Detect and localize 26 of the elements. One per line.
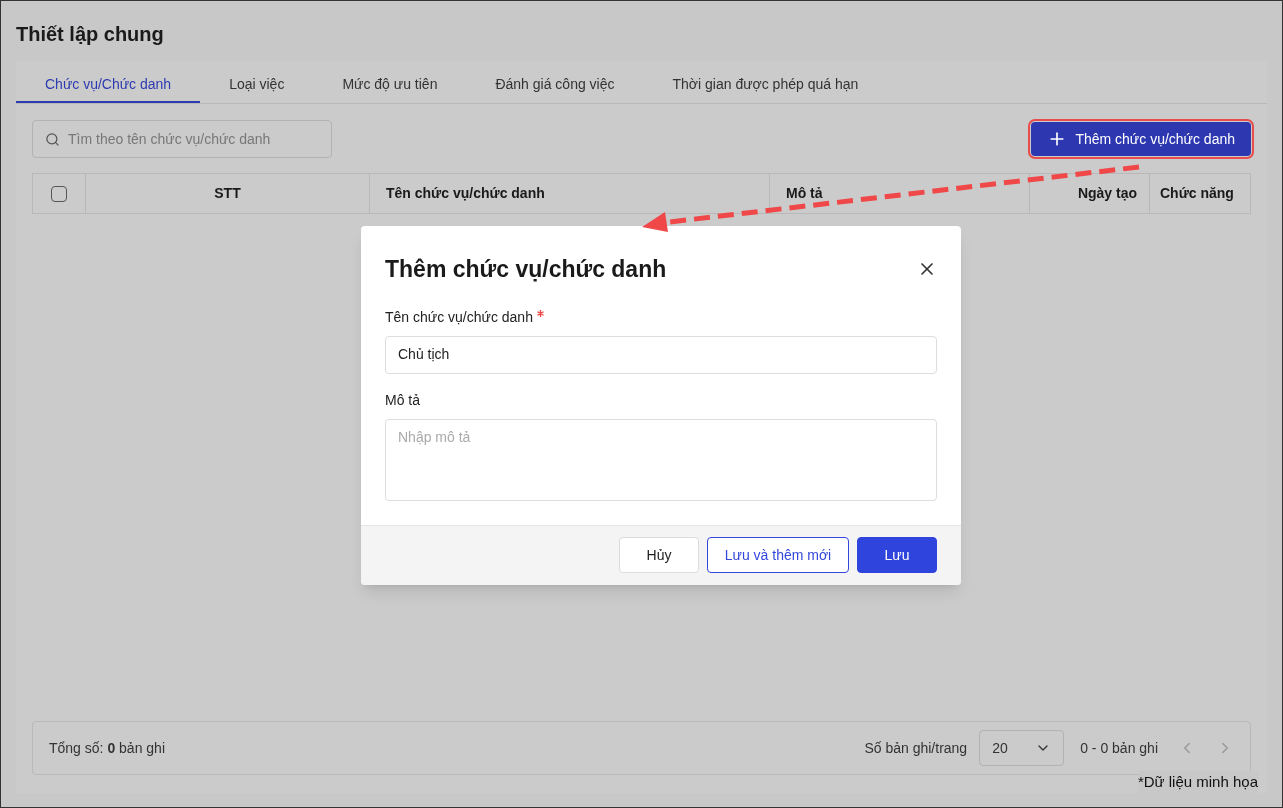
column-header: Chức năng bbox=[1160, 184, 1234, 203]
column-header: Tên chức vụ/chức danh bbox=[386, 184, 545, 203]
tab[interactable]: Chức vụ/Chức danh bbox=[16, 61, 201, 103]
dialog-button[interactable]: Lưu và thêm mới bbox=[707, 537, 849, 573]
tab[interactable]: Đánh giá công việc bbox=[466, 61, 644, 103]
column-header: Mô tả bbox=[786, 184, 823, 203]
checkbox[interactable] bbox=[51, 185, 67, 202]
page-range: 0 - 0 bản ghi bbox=[1080, 738, 1158, 758]
page-size-select[interactable]: 20 bbox=[979, 730, 1065, 766]
required-asterisk-icon bbox=[536, 309, 544, 317]
page-size-label: Số bản ghi/trang bbox=[864, 738, 968, 758]
field-label: Mô tả bbox=[385, 390, 420, 410]
input-field[interactable]: Chủ tịch bbox=[385, 335, 937, 374]
dialog-title: Thêm chức vụ/chức danh bbox=[385, 255, 667, 284]
page-title: Thiết lập chung bbox=[15, 22, 165, 47]
column-header: STT bbox=[214, 184, 241, 203]
tab[interactable]: Mức độ ưu tiên bbox=[313, 61, 467, 103]
total-count: Tổng số: 0 bản ghi bbox=[49, 738, 165, 758]
column-header: Ngày tạo bbox=[1077, 184, 1137, 203]
tab[interactable]: Loại việc bbox=[200, 61, 314, 103]
search-icon bbox=[45, 131, 60, 147]
dialog-button[interactable]: Hủy bbox=[619, 537, 699, 573]
field-label: Tên chức vụ/chức danh bbox=[385, 307, 533, 327]
tab[interactable]: Thời gian được phép quá hạn bbox=[643, 61, 888, 103]
add-button[interactable]: Thêm chức vụ/chức danh bbox=[1031, 122, 1251, 156]
dialog-button[interactable]: Lưu bbox=[857, 537, 937, 573]
